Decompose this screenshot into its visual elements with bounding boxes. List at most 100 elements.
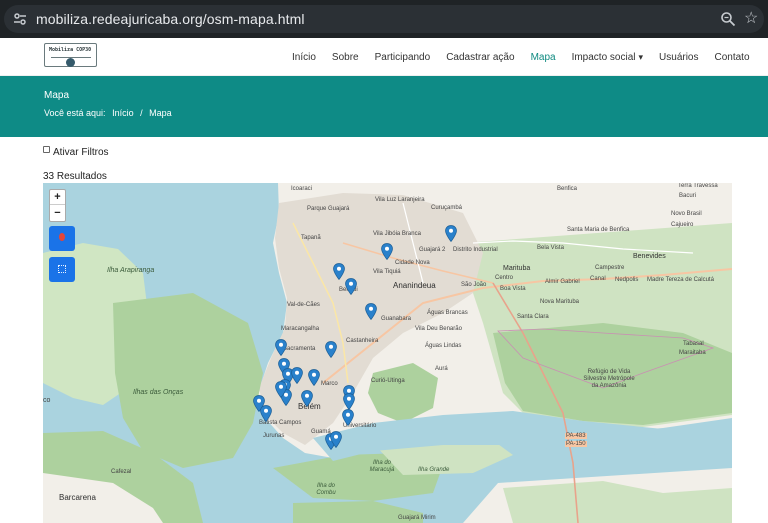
- map-label: Ananindeua: [393, 281, 436, 290]
- map-label: Santa Maria de Benfica: [567, 227, 630, 233]
- filter-toggle[interactable]: Ativar Filtros: [43, 146, 109, 158]
- page-header: Mapa Você está aqui: Início / Mapa: [0, 76, 768, 137]
- map-label: Novo Brasil: [671, 211, 702, 217]
- filter-label: Ativar Filtros: [53, 147, 109, 158]
- nav-link-inicio[interactable]: Início: [292, 52, 316, 63]
- map-label: Bacuri: [679, 193, 697, 199]
- magnifier-icon[interactable]: [720, 11, 736, 27]
- results-count: 33 Resultados: [43, 171, 107, 182]
- map-label: Boa Vista: [500, 286, 526, 292]
- map-view[interactable]: Icoaraci Parque Guajará Vila Luz Laranje…: [43, 183, 732, 523]
- nav-link-usuarios[interactable]: Usuários: [659, 52, 698, 63]
- map-label: Nova Marituba: [540, 299, 580, 305]
- map-label: Icoaraci: [291, 186, 313, 192]
- map-marker[interactable]: [365, 303, 377, 320]
- map-label: Ilha do Maracujá: [369, 460, 395, 473]
- map-label: Curió-Utinga: [371, 378, 405, 384]
- map-label: Vila Jibóia Branca: [373, 231, 421, 237]
- map-marker-icon: [59, 233, 65, 241]
- map-label: PA-483: [565, 433, 587, 439]
- map-label: Terra Travessa: [678, 183, 718, 189]
- map-label: Campestre: [595, 265, 625, 271]
- map-label: Ilhas das Onças: [133, 389, 184, 396]
- map-label: Tabasal: [683, 341, 704, 347]
- map-label: Aurá: [435, 366, 448, 372]
- map-label: Cajueiro: [671, 222, 694, 228]
- map-label: Guajará Mirim: [398, 515, 436, 521]
- zoom-in-button[interactable]: +: [50, 190, 65, 205]
- map-label: Vila Luz Laranjeira: [375, 197, 425, 203]
- fullscreen-icon: [58, 265, 66, 273]
- map-marker[interactable]: [301, 390, 313, 407]
- address-bar[interactable]: mobiliza.redeajuricaba.org/osm-mapa.html…: [4, 5, 764, 33]
- map-label: Centro: [495, 275, 514, 281]
- breadcrumb-current: Mapa: [149, 108, 172, 118]
- map-marker[interactable]: [275, 381, 287, 398]
- map-marker[interactable]: [308, 369, 320, 386]
- map-marker[interactable]: [275, 339, 287, 356]
- map-label: Madre Tereza de Calcutá: [647, 277, 714, 283]
- map-marker[interactable]: [342, 409, 354, 426]
- map-label: Benfica: [557, 186, 578, 192]
- map-label: Tapanã: [301, 235, 321, 241]
- map-marker[interactable]: [445, 225, 457, 242]
- map-marker[interactable]: [260, 405, 272, 422]
- star-icon[interactable]: ☆: [744, 10, 762, 28]
- nav-link-sobre[interactable]: Sobre: [332, 52, 359, 63]
- map-label: co: [43, 397, 51, 404]
- map-marker[interactable]: [381, 243, 393, 260]
- map-marker[interactable]: [291, 367, 303, 384]
- zoom-control: + −: [49, 189, 66, 222]
- map-label: Águas Lindas: [425, 343, 462, 349]
- locate-button[interactable]: [49, 226, 75, 251]
- map-marker[interactable]: [333, 263, 345, 280]
- map-label: Sacramenta: [283, 346, 316, 352]
- logo-text: Mobiliza COP30: [49, 47, 92, 53]
- map-label: PA-150: [565, 441, 587, 447]
- logo-emblem-icon: [66, 58, 75, 67]
- map-label: Ilha Arapiranga: [107, 267, 155, 274]
- nav-link-contato[interactable]: Contato: [715, 52, 750, 63]
- map-label: Santa Clara: [517, 314, 549, 320]
- map-label: Marco: [321, 381, 338, 387]
- nav-link-mapa[interactable]: Mapa: [531, 52, 556, 63]
- site-logo[interactable]: Mobiliza COP30: [44, 43, 97, 67]
- map-label: Marituba: [503, 265, 531, 272]
- map-label: Maraitaba: [679, 350, 706, 356]
- url-text[interactable]: mobiliza.redeajuricaba.org/osm-mapa.html: [36, 11, 305, 27]
- tune-icon[interactable]: [12, 11, 28, 27]
- map-label: Nedpolis: [615, 277, 639, 283]
- map-label: Barcarena: [59, 493, 96, 502]
- map-label: Cidade Nova: [395, 260, 430, 266]
- map-label: Guanabara: [381, 316, 412, 322]
- map-marker[interactable]: [343, 393, 355, 410]
- nav-menu: Início Sobre Participando Cadastrar ação…: [292, 38, 766, 76]
- filter-checkbox[interactable]: [43, 146, 50, 153]
- nav-link-participando[interactable]: Participando: [375, 52, 431, 63]
- site-navbar: Mobiliza COP30 Início Sobre Participando…: [0, 38, 768, 76]
- map-label: Maracangalha: [281, 326, 320, 332]
- map-label: Almir Gabriel: [545, 279, 580, 285]
- map-label: Vila Tiquiá: [373, 269, 401, 275]
- map-marker[interactable]: [330, 431, 342, 448]
- zoom-out-button[interactable]: −: [50, 206, 65, 221]
- map-label: Parque Guajará: [307, 206, 350, 212]
- nav-link-cadastrar-acao[interactable]: Cadastrar ação: [446, 52, 514, 63]
- map-label: Refúgio de Vida Silvestre Metrópole da A…: [583, 369, 635, 389]
- map-label: Cafezal: [111, 469, 132, 475]
- map-label: Guajará 2: [419, 247, 446, 253]
- map-label: São João: [461, 282, 487, 288]
- map-label: Canal: [590, 276, 606, 282]
- map-label: Vila Deu Benarão: [415, 326, 462, 332]
- map-marker[interactable]: [345, 278, 357, 295]
- map-label: Ilha Grande: [418, 467, 450, 473]
- breadcrumb-home-link[interactable]: Início: [112, 108, 134, 118]
- map-label: Bela Vista: [537, 245, 564, 251]
- map-marker[interactable]: [325, 341, 337, 358]
- nav-link-impacto-social-label: Impacto social: [571, 51, 636, 63]
- map-label: Curuçambá: [431, 205, 463, 211]
- page-title: Mapa: [44, 90, 70, 101]
- nav-link-impacto-social[interactable]: Impacto social ▾: [572, 52, 643, 63]
- chevron-down-icon: ▾: [638, 51, 644, 62]
- fullscreen-button[interactable]: [49, 257, 75, 282]
